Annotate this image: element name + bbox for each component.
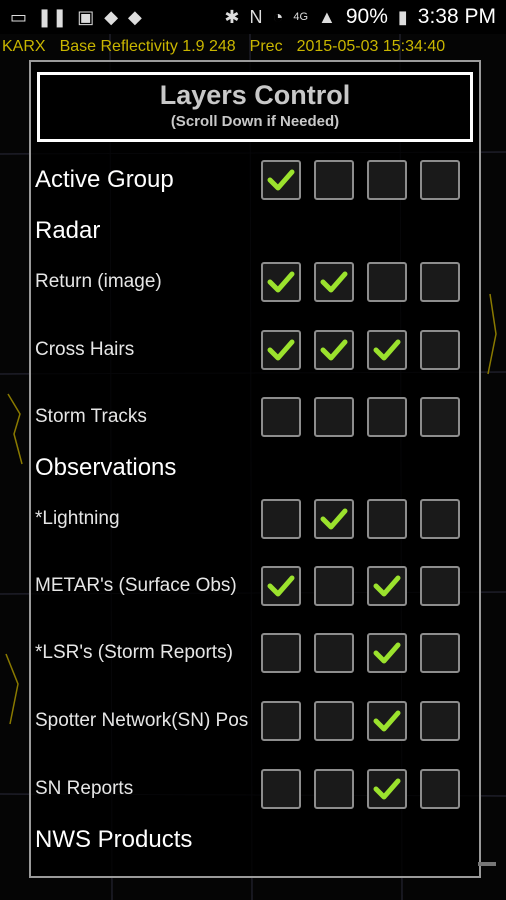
layer-checkbox-4[interactable]: [420, 160, 460, 200]
radar-datetime: 2015-05-03 15:34:40: [296, 38, 446, 55]
layer-row: *LSR's (Storm Reports): [31, 629, 479, 677]
checkmark-icon: [373, 575, 401, 597]
checkmark-icon: [373, 339, 401, 361]
bluetooth-icon: ✱: [224, 7, 240, 27]
checkmark-icon: [320, 508, 348, 530]
layer-checkbox-2[interactable]: [314, 566, 354, 606]
section-label: Radar: [35, 217, 101, 244]
nfc-icon: N: [249, 7, 263, 27]
layer-checkbox-3[interactable]: [367, 397, 407, 437]
layer-checkbox-3[interactable]: [367, 701, 407, 741]
wifi-icon: ◔: [272, 7, 284, 27]
layer-label: Cross Hairs: [35, 339, 135, 360]
gallery-icon: ▣: [77, 7, 95, 27]
status-bar: ▭ ❚❚ ▣ ◆ ◆ ✱ N ◔ 4G ▲ 90% ▮ 3:38 PM: [0, 0, 506, 34]
layer-label: Return (image): [35, 271, 162, 292]
status-bar-left: ▭ ❚❚ ▣ ◆ ◆: [10, 8, 142, 26]
layer-label: Spotter Network(SN) Pos: [35, 710, 249, 731]
radar-product: Base Reflectivity 1.9 248: [59, 38, 236, 55]
layer-checkbox-4[interactable]: [420, 330, 460, 370]
dropbox-icon-2: ◆: [128, 7, 142, 27]
battery-icon: ▮: [397, 7, 408, 27]
layer-checkbox-2[interactable]: [314, 769, 354, 809]
map-header: KARX Base Reflectivity 1.9 248 Prec 2015…: [0, 38, 506, 60]
status-bar-right: ✱ N ◔ 4G ▲ 90% ▮ 3:38 PM: [224, 5, 496, 29]
layer-row: Storm Tracks: [31, 393, 479, 441]
layer-checkbox-4[interactable]: [420, 397, 460, 437]
layer-row: SN Reports: [31, 765, 479, 813]
layer-checkbox-1[interactable]: [261, 330, 301, 370]
layers-list: Active Group Radar Return (image) Cross Hai…: [31, 62, 479, 876]
pause-icon: ❚❚: [37, 7, 68, 27]
layer-checkbox-2[interactable]: [314, 701, 354, 741]
layer-checkbox-2[interactable]: [314, 397, 354, 437]
layer-label: METAR's (Surface Obs): [35, 575, 237, 596]
layer-checkbox-4[interactable]: [420, 701, 460, 741]
layer-checkbox-3[interactable]: [367, 262, 407, 302]
layer-checkbox-4[interactable]: [420, 633, 460, 673]
layer-checkbox-3[interactable]: [367, 769, 407, 809]
active-group-row: Active Group: [31, 156, 479, 204]
checkmark-icon: [267, 575, 295, 597]
layer-checkbox-1[interactable]: [261, 633, 301, 673]
dropbox-icon: ◆: [104, 7, 119, 27]
checkmark-icon: [267, 339, 295, 361]
layer-label: Active Group: [35, 166, 174, 193]
layer-checkbox-4[interactable]: [420, 499, 460, 539]
layer-checkbox-1[interactable]: [261, 566, 301, 606]
layer-checkbox-4[interactable]: [420, 769, 460, 809]
layer-label: SN Reports: [35, 778, 134, 799]
layer-row: Return (image): [31, 258, 479, 306]
layer-checkbox-1[interactable]: [261, 262, 301, 302]
layer-checkbox-2[interactable]: [314, 330, 354, 370]
layer-label: *Lightning: [35, 508, 120, 529]
section-header: Radar: [31, 207, 479, 255]
layer-row: Spotter Network(SN) Pos: [31, 697, 479, 745]
layer-checkbox-2[interactable]: [314, 499, 354, 539]
layer-label: *LSR's (Storm Reports): [35, 642, 233, 663]
layer-checkbox-3[interactable]: [367, 330, 407, 370]
section-label: Observations: [35, 454, 177, 481]
layer-checkbox-2[interactable]: [314, 262, 354, 302]
layer-checkbox-3[interactable]: [367, 566, 407, 606]
status-time: 3:38 PM: [417, 5, 496, 28]
layers-control-dialog: Layers Control (Scroll Down if Needed) A…: [29, 60, 481, 878]
layer-row: METAR's (Surface Obs): [31, 562, 479, 610]
checkmark-icon: [373, 710, 401, 732]
network-type: 4G: [293, 10, 309, 23]
radar-station: KARX: [2, 38, 46, 55]
section-label: NWS Products: [35, 826, 193, 853]
radar-mode: Prec: [249, 38, 283, 55]
layer-checkbox-3[interactable]: [367, 499, 407, 539]
checkmark-icon: [267, 271, 295, 293]
checkmark-icon: [320, 271, 348, 293]
messages-icon: ▭: [10, 7, 28, 27]
layer-row: *Lightning: [31, 495, 479, 543]
battery-percent: 90%: [345, 5, 388, 28]
layer-checkbox-4[interactable]: [420, 262, 460, 302]
layer-checkbox-2[interactable]: [314, 633, 354, 673]
layer-checkbox-1[interactable]: [261, 701, 301, 741]
signal-icon: ▲: [318, 7, 336, 27]
checkmark-icon: [373, 642, 401, 664]
layer-checkbox-2[interactable]: [314, 160, 354, 200]
checkmark-icon: [320, 339, 348, 361]
layer-checkbox-4[interactable]: [420, 566, 460, 606]
layer-row: Cross Hairs: [31, 326, 479, 374]
scrollbar[interactable]: [478, 862, 496, 866]
layer-checkbox-1[interactable]: [261, 499, 301, 539]
checkmark-icon: [267, 169, 295, 191]
section-header: NWS Products: [31, 816, 479, 864]
layer-checkbox-1[interactable]: [261, 160, 301, 200]
layer-checkbox-3[interactable]: [367, 160, 407, 200]
layer-checkbox-3[interactable]: [367, 633, 407, 673]
layer-checkbox-1[interactable]: [261, 769, 301, 809]
layer-checkbox-1[interactable]: [261, 397, 301, 437]
section-header: Observations: [31, 444, 479, 492]
checkmark-icon: [373, 778, 401, 800]
layer-label: Storm Tracks: [35, 406, 147, 427]
